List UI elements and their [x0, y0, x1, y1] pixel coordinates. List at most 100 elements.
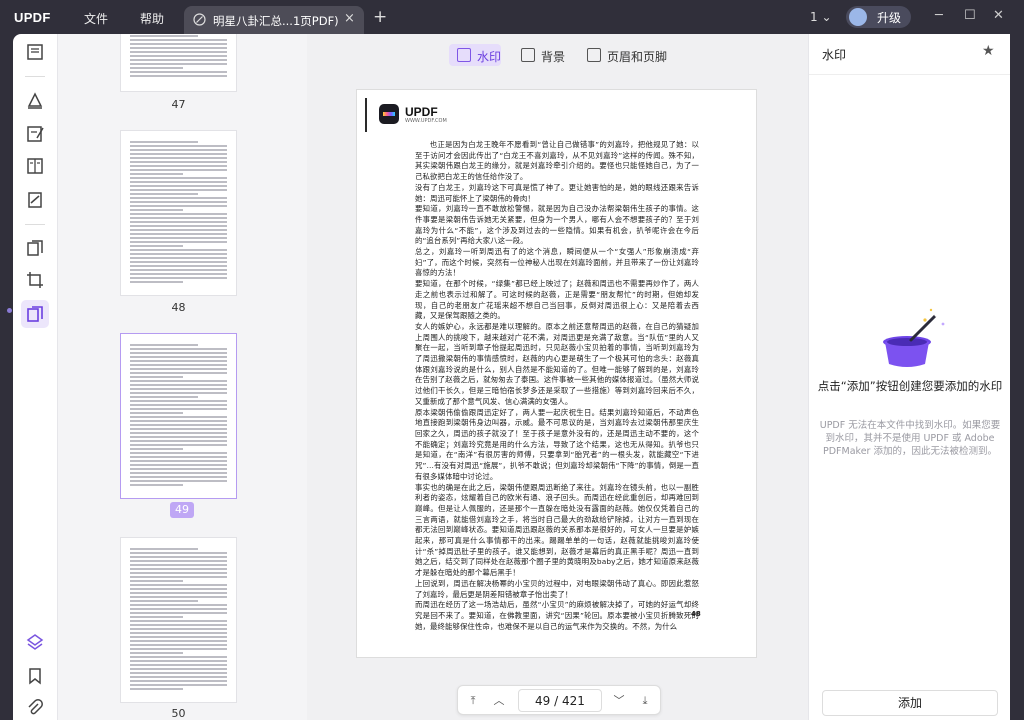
- thumbnail-text-line: [130, 269, 227, 271]
- tab-watermark[interactable]: 水印: [449, 44, 501, 66]
- sign-icon[interactable]: [25, 190, 45, 210]
- thumbnail-text-line: [130, 181, 227, 183]
- reader-mode-icon[interactable]: [25, 42, 45, 62]
- current-page: 49: [535, 694, 551, 708]
- tab-label: 背景: [541, 50, 566, 64]
- menu-file[interactable]: 文件: [84, 10, 108, 27]
- page-separator: /: [554, 694, 559, 708]
- crop-icon[interactable]: [25, 270, 45, 290]
- thumbnail-text-line: [130, 360, 227, 362]
- tab-label: 页眉和页脚: [607, 50, 668, 64]
- divider: [809, 74, 1011, 75]
- next-page-icon[interactable]: ﹀: [610, 692, 628, 710]
- page-thumbnail[interactable]: [120, 130, 237, 296]
- menu-help[interactable]: 帮助: [140, 10, 164, 27]
- thumbnail-text-line: [130, 217, 227, 219]
- thumbnail-panel[interactable]: 47 48 49 50: [57, 34, 307, 720]
- tab-header-footer[interactable]: 页眉和页脚: [579, 44, 675, 66]
- attachment-icon[interactable]: [25, 698, 45, 718]
- thumbnail-text-line: [130, 376, 184, 378]
- document-edit-icon: [193, 13, 206, 26]
- thumbnail-text-line: [130, 157, 227, 159]
- thumbnail-text-line: [130, 408, 227, 410]
- page-thumbnail[interactable]: [120, 537, 237, 703]
- thumbnail-text-line: [130, 372, 227, 374]
- edit-pdf-icon[interactable]: [25, 124, 45, 144]
- thumbnail-text-line: [130, 213, 227, 215]
- thumbnail-text-line: [130, 688, 184, 690]
- thumbnail-text-line: [130, 472, 227, 474]
- first-page-icon[interactable]: ⤒: [464, 692, 482, 710]
- tab-title: 明星八卦汇总...1页PDF): [213, 14, 339, 28]
- thumbnail-text-line: [130, 576, 227, 578]
- form-icon[interactable]: [25, 156, 45, 176]
- thumbnail-text-line: [130, 460, 227, 462]
- last-page-icon[interactable]: ⤓: [636, 692, 654, 710]
- page-tools-icon[interactable]: [21, 300, 49, 328]
- organize-pages-icon[interactable]: [25, 238, 45, 258]
- thumbnail-text-line: [130, 237, 227, 239]
- star-icon[interactable]: ★: [982, 43, 995, 59]
- tab-close-icon[interactable]: ×: [344, 11, 355, 26]
- thumbnail-text-line: [130, 165, 227, 167]
- document-tab[interactable]: 明星八卦汇总...1页PDF) ×: [184, 6, 364, 34]
- thumbnail-text-line: [130, 388, 227, 390]
- thumbnail-text-line: [130, 245, 184, 247]
- thumbnail-text-line: [130, 608, 227, 610]
- empty-state-message: 点击“添加”按钮创建您要添加的水印: [817, 379, 1003, 393]
- minimize-icon[interactable]: ─: [935, 8, 943, 23]
- close-window-icon[interactable]: ✕: [993, 8, 1004, 23]
- new-tab-icon[interactable]: +: [373, 7, 387, 27]
- thumbnail-text-line: [130, 396, 198, 398]
- page-thumbnail-selected[interactable]: [120, 333, 237, 499]
- thumbnail-text-line: [130, 273, 227, 275]
- upgrade-button[interactable]: 升级: [846, 6, 911, 28]
- maximize-icon[interactable]: ☐: [964, 8, 976, 23]
- tab-count-dropdown[interactable]: 1 ⌄: [810, 10, 832, 24]
- thumbnail-text-line: [130, 556, 227, 558]
- thumbnail-text-line: [130, 233, 227, 235]
- document-viewer[interactable]: 水印 背景 页眉和页脚 UPDF WWW.UPDF.COM 也正是因为白龙王晚年…: [307, 34, 808, 720]
- thumbnail-text-line: [130, 189, 227, 191]
- page-body-text: 也正是因为白龙王晚年不愿看到“曾让自己做错事”的刘嘉玲，把他规见了她：以至于访问…: [415, 140, 699, 631]
- tab-background[interactable]: 背景: [513, 44, 569, 66]
- thumbnail-text-line: [130, 229, 227, 231]
- thumbnail-text-line: [130, 628, 227, 630]
- tab-label: 水印: [477, 50, 502, 64]
- thumbnail-text-line: [130, 67, 184, 69]
- thumbnail-text-line: [130, 277, 227, 279]
- page-number-label: 47: [171, 98, 186, 111]
- thumbnail-text-line: [130, 588, 227, 590]
- pdf-page[interactable]: UPDF WWW.UPDF.COM 也正是因为白龙王晚年不愿看到“曾让自己做错事…: [356, 89, 757, 658]
- thumbnail-text-line: [130, 468, 227, 470]
- thumbnail-text-line: [130, 63, 227, 65]
- left-toolbar: [13, 34, 57, 720]
- comment-icon[interactable]: [25, 90, 45, 110]
- page-input[interactable]: 49 / 421: [518, 689, 602, 712]
- background-icon: [521, 48, 535, 62]
- page-thumbnail[interactable]: [120, 34, 237, 92]
- layers-icon[interactable]: [25, 632, 45, 652]
- page-footer-number: 48: [691, 610, 701, 618]
- sidebar-collapse-handle[interactable]: [7, 308, 12, 313]
- add-watermark-button[interactable]: 添加: [822, 690, 998, 716]
- thumbnail-text-line: [130, 616, 184, 618]
- thumbnail-text-line: [130, 47, 227, 49]
- thumbnail-text-line: [130, 225, 227, 227]
- thumbnail-text-line: [130, 75, 227, 77]
- thumbnail-text-line: [130, 448, 184, 450]
- thumbnail-text-line: [130, 368, 227, 370]
- thumbnail-text-line: [130, 584, 227, 586]
- updf-logo-icon: [379, 104, 399, 124]
- thumbnail-text-line: [130, 440, 227, 442]
- prev-page-icon[interactable]: ︿: [490, 692, 508, 710]
- thumbnail-text-line: [130, 652, 184, 654]
- thumbnail-text-line: [130, 428, 227, 430]
- bookmark-icon[interactable]: [25, 666, 45, 686]
- total-pages: 421: [562, 694, 585, 708]
- thumbnail-text-line: [130, 668, 227, 670]
- thumbnail-text-line: [130, 177, 227, 179]
- thumbnail-text-line: [130, 580, 184, 582]
- app-logo: UPDF: [14, 10, 51, 25]
- thumbnail-text-line: [130, 356, 227, 358]
